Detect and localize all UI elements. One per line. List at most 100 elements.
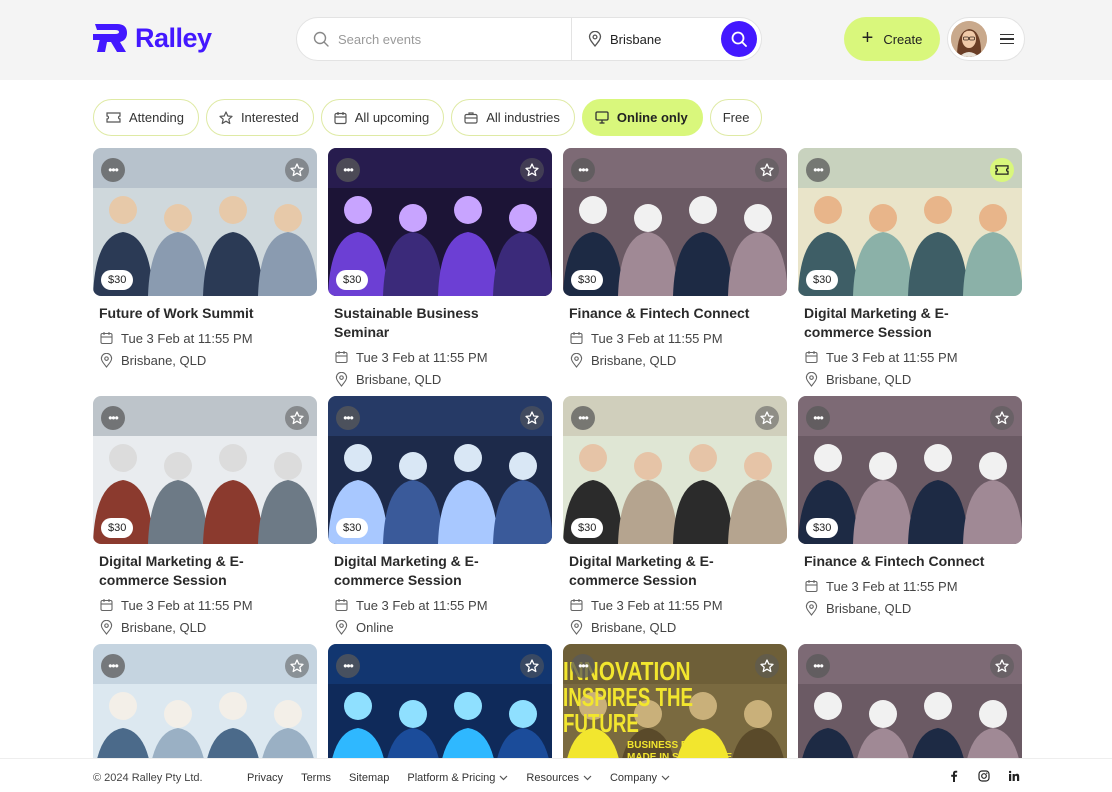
event-card[interactable]: ••• $30 Finance & Fintech Connect Tue 3 Feb… <box>798 396 1022 619</box>
more-icon: ••• <box>813 163 824 177</box>
footer-menu-resources[interactable]: Resources <box>526 772 592 784</box>
attending-button[interactable] <box>990 158 1014 182</box>
event-location-text: Brisbane, QLD <box>591 619 677 635</box>
more-options-button[interactable]: ••• <box>101 406 125 430</box>
more-options-button[interactable]: ••• <box>806 406 830 430</box>
more-options-button[interactable]: ••• <box>806 654 830 678</box>
event-date: Tue 3 Feb at 11:55 PM <box>805 346 1022 368</box>
event-card[interactable]: ••• $30 Digital Marketing & E-commerce Ses… <box>93 396 317 638</box>
search-field-wrap <box>297 18 572 60</box>
event-date-text: Tue 3 Feb at 11:55 PM <box>826 349 958 365</box>
event-image[interactable]: ••• <box>93 644 317 758</box>
event-image[interactable]: ••• $30 <box>328 148 552 296</box>
footer-link-terms[interactable]: Terms <box>301 772 331 784</box>
interested-button[interactable] <box>520 158 544 182</box>
event-image[interactable]: ••• $30 <box>328 396 552 544</box>
footer-link-privacy[interactable]: Privacy <box>247 772 283 784</box>
location-pin-icon <box>570 619 583 635</box>
event-location: Online <box>335 616 552 638</box>
more-options-button[interactable]: ••• <box>101 158 125 182</box>
search-bar: Brisbane <box>296 17 762 61</box>
event-date: Tue 3 Feb at 11:55 PM <box>100 594 317 616</box>
event-title[interactable]: Digital Marketing & E-commerce Session <box>804 304 1004 342</box>
footer-menu-company[interactable]: Company <box>610 772 670 784</box>
more-options-button[interactable]: ••• <box>336 654 360 678</box>
event-image[interactable]: ••• $30 <box>798 396 1022 544</box>
event-title[interactable]: Finance & Fintech Connect <box>804 552 1004 571</box>
footer-menu-platform-pricing[interactable]: Platform & Pricing <box>407 772 508 784</box>
event-image[interactable]: INNOVATION INSPIRES THE FUTURE BUSINESS EV… <box>563 644 787 758</box>
interested-button[interactable] <box>990 406 1014 430</box>
event-image[interactable]: ••• <box>328 644 552 758</box>
event-card[interactable]: ••• $30 Sustainable Business Seminar Tue 3 … <box>328 148 552 390</box>
search-input[interactable] <box>338 31 538 47</box>
star-icon <box>525 163 539 177</box>
more-options-button[interactable]: ••• <box>806 158 830 182</box>
more-options-button[interactable]: ••• <box>571 654 595 678</box>
event-location-text: Online <box>356 619 394 635</box>
more-options-button[interactable]: ••• <box>101 654 125 678</box>
footer-link-sitemap[interactable]: Sitemap <box>349 772 389 784</box>
event-title[interactable]: Finance & Fintech Connect <box>569 304 769 323</box>
event-image[interactable]: ••• $30 <box>563 396 787 544</box>
event-card[interactable]: ••• $30 Digital Marketing & E-commerce Ses… <box>798 148 1022 390</box>
more-options-button[interactable]: ••• <box>571 406 595 430</box>
event-image[interactable]: ••• <box>798 644 1022 758</box>
event-title[interactable]: Sustainable Business Seminar <box>334 304 534 342</box>
location-pin-icon <box>805 371 818 387</box>
interested-button[interactable] <box>755 406 779 430</box>
filter-attending[interactable]: Attending <box>93 99 199 136</box>
instagram-icon[interactable] <box>978 770 990 782</box>
interested-button[interactable] <box>755 654 779 678</box>
filter-all-upcoming[interactable]: All upcoming <box>320 99 445 136</box>
ralley-logo[interactable]: Ralley <box>93 22 212 54</box>
event-card[interactable]: ••• $30 Digital Marketing & E-commerce Ses… <box>563 396 787 638</box>
interested-button[interactable] <box>285 158 309 182</box>
interested-button[interactable] <box>520 406 544 430</box>
event-card[interactable]: ••• $30 Future of Work Summit Tue 3 Feb at … <box>93 148 317 371</box>
more-options-button[interactable]: ••• <box>571 158 595 182</box>
event-image[interactable]: ••• $30 <box>563 148 787 296</box>
interested-button[interactable] <box>755 158 779 182</box>
event-location-text: Brisbane, QLD <box>826 600 912 616</box>
user-menu-button[interactable] <box>947 17 1025 61</box>
event-title[interactable]: Digital Marketing & E-commerce Session <box>99 552 299 590</box>
event-card[interactable]: INNOVATION INSPIRES THE FUTURE BUSINESS EV… <box>563 644 787 758</box>
interested-button[interactable] <box>285 406 309 430</box>
interested-button[interactable] <box>990 654 1014 678</box>
event-title[interactable]: Future of Work Summit <box>99 304 299 323</box>
interested-button[interactable] <box>520 654 544 678</box>
event-image[interactable]: ••• $30 <box>93 148 317 296</box>
location-pin-icon <box>335 619 348 635</box>
event-date-text: Tue 3 Feb at 11:55 PM <box>826 578 958 594</box>
calendar-icon <box>335 599 348 612</box>
more-options-button[interactable]: ••• <box>336 406 360 430</box>
filter-all-industries[interactable]: All industries <box>451 99 575 136</box>
create-button[interactable]: + Create <box>844 17 940 61</box>
more-icon: ••• <box>108 163 119 177</box>
event-title[interactable]: Digital Marketing & E-commerce Session <box>569 552 769 590</box>
create-label: Create <box>883 31 923 47</box>
linkedin-icon[interactable] <box>1008 770 1020 782</box>
event-card[interactable]: ••• <box>328 644 552 758</box>
price-badge: $30 <box>101 518 134 538</box>
event-location: Brisbane, QLD <box>805 597 1022 619</box>
event-image[interactable]: ••• $30 <box>798 148 1022 296</box>
event-card[interactable]: ••• $30 Digital Marketing & E-commerce Ses… <box>328 396 552 638</box>
interested-button[interactable] <box>285 654 309 678</box>
event-card[interactable]: ••• <box>798 644 1022 758</box>
event-date: Tue 3 Feb at 11:55 PM <box>100 327 317 349</box>
facebook-icon[interactable] <box>948 770 960 782</box>
more-icon: ••• <box>813 659 824 673</box>
event-image[interactable]: ••• $30 <box>93 396 317 544</box>
price-badge: $30 <box>806 270 839 290</box>
filter-online-only[interactable]: Online only <box>581 99 703 136</box>
more-options-button[interactable]: ••• <box>336 158 360 182</box>
event-card[interactable]: ••• <box>93 644 317 758</box>
filter-free[interactable]: Free <box>709 99 763 136</box>
search-button[interactable] <box>721 21 757 57</box>
event-title[interactable]: Digital Marketing & E-commerce Session <box>334 552 534 590</box>
location-selector[interactable]: Brisbane <box>572 31 721 47</box>
event-card[interactable]: ••• $30 Finance & Fintech Connect Tue 3 Feb… <box>563 148 787 371</box>
filter-interested[interactable]: Interested <box>205 99 314 136</box>
